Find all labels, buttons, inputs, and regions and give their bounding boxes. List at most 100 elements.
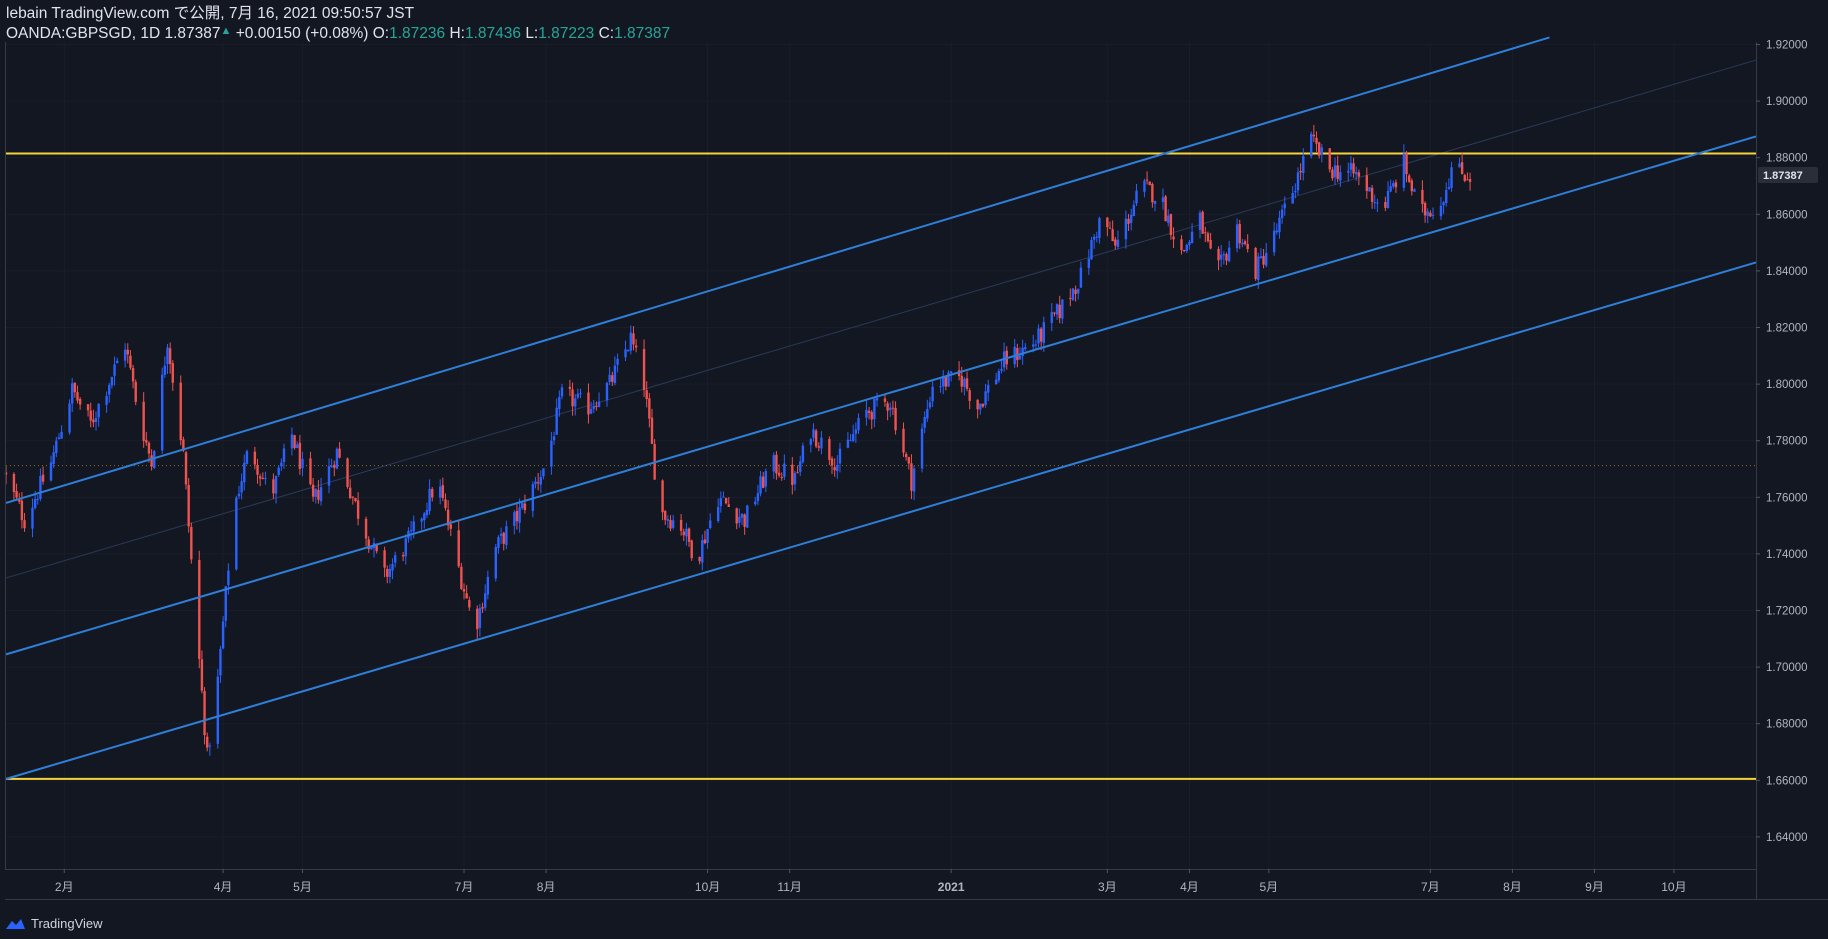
candle-body xyxy=(1185,244,1188,251)
candle-body xyxy=(857,417,860,431)
price-chart[interactable]: 1.92000 1.90000 1.88000 1.86000 1.84000 1.820… xyxy=(0,0,1828,939)
y-tick-label: 1.74000 xyxy=(1766,549,1808,561)
candle-body xyxy=(86,404,90,411)
candle xyxy=(494,543,497,582)
candle-body xyxy=(497,536,500,549)
candle-body xyxy=(1355,172,1358,175)
candle-body xyxy=(679,519,683,531)
candle-body xyxy=(756,493,760,502)
x-tick-label: 3月 xyxy=(1098,880,1117,894)
candle-body xyxy=(1000,368,1003,371)
candle-body xyxy=(409,530,413,532)
candle-body xyxy=(1169,214,1173,236)
candle-body xyxy=(1055,304,1059,315)
candle-body xyxy=(870,412,873,420)
candle-body xyxy=(669,520,672,529)
candle xyxy=(690,539,693,561)
candle-body xyxy=(465,593,468,599)
candle-body xyxy=(1098,218,1101,238)
candle xyxy=(1148,181,1151,186)
x-tick-label: 4月 xyxy=(1180,880,1199,894)
candle-body xyxy=(589,409,593,414)
candle xyxy=(1254,247,1257,281)
candle-body xyxy=(574,398,577,407)
candle-body xyxy=(1439,205,1443,217)
candle-body xyxy=(108,385,111,395)
candle-body xyxy=(277,467,280,475)
candle-body xyxy=(39,475,42,500)
candle-body xyxy=(1389,186,1392,192)
candle-body xyxy=(613,365,617,384)
candle-body xyxy=(867,410,871,414)
candle-body xyxy=(1370,187,1374,202)
candle xyxy=(947,370,950,387)
candle-body xyxy=(60,431,63,439)
candle-body xyxy=(1172,236,1175,240)
candle-body xyxy=(886,403,889,411)
candle-body xyxy=(889,407,892,411)
candle-body xyxy=(1092,236,1096,240)
candle-body xyxy=(576,393,580,398)
symbol-label[interactable]: OANDA:GBPSGD, 1D 1.87387 xyxy=(6,25,221,42)
tradingview-logo[interactable]: TradingView xyxy=(4,916,103,931)
candle-body xyxy=(78,399,82,405)
y-tick-label: 1.76000 xyxy=(1766,492,1808,504)
candle-body xyxy=(401,555,405,557)
candle-body xyxy=(1463,175,1466,181)
x-tick-label: 8月 xyxy=(537,880,556,894)
candle-body xyxy=(849,440,852,442)
candle-body xyxy=(777,472,781,476)
candle-body xyxy=(979,403,982,410)
candle-body xyxy=(311,484,315,497)
candle-body xyxy=(542,468,545,477)
candle-body xyxy=(1145,179,1149,181)
candle-body xyxy=(335,448,339,469)
candle-body xyxy=(873,398,876,420)
candle-body xyxy=(1235,224,1239,249)
candle-body xyxy=(928,402,932,408)
candle xyxy=(1310,131,1313,159)
candle-body xyxy=(997,371,1001,381)
candle-body xyxy=(1246,244,1249,250)
candle-body xyxy=(346,458,349,487)
candle-body xyxy=(1108,227,1112,229)
candle-body xyxy=(820,437,823,449)
candle-body xyxy=(264,477,267,479)
candle-body xyxy=(772,455,775,472)
candle xyxy=(179,375,182,446)
candle-body xyxy=(1111,229,1114,242)
candle-body xyxy=(1225,254,1228,261)
candle-body xyxy=(1352,163,1355,174)
candle-body xyxy=(671,520,675,528)
candle-body xyxy=(449,524,452,529)
candle-body xyxy=(486,576,490,595)
candle xyxy=(293,434,296,450)
candle-body xyxy=(1143,180,1146,192)
candle-body xyxy=(1053,312,1056,314)
candle-body xyxy=(1201,211,1204,234)
candle-body xyxy=(1317,142,1321,156)
candle-body xyxy=(505,526,508,546)
candle-body xyxy=(939,386,942,388)
candle-body xyxy=(550,440,553,467)
candle-body xyxy=(799,461,802,472)
candle-body xyxy=(52,452,55,464)
candle-body xyxy=(775,454,778,474)
candle-body xyxy=(965,378,969,389)
candle-body xyxy=(314,488,317,497)
candle xyxy=(746,504,749,528)
candle-body xyxy=(1058,304,1061,319)
candle-body xyxy=(1161,197,1165,202)
candle xyxy=(1368,187,1371,192)
candle-body xyxy=(348,487,352,499)
candle-body xyxy=(740,513,744,518)
candle-body xyxy=(1061,299,1064,319)
candle-body xyxy=(634,345,638,348)
candle-body xyxy=(568,386,572,389)
candle-body xyxy=(984,391,987,405)
candle-body xyxy=(875,398,879,401)
candle-body xyxy=(1320,147,1324,155)
candle-body xyxy=(616,358,619,365)
candle-body xyxy=(1376,202,1379,204)
low-label: L: xyxy=(525,25,539,42)
